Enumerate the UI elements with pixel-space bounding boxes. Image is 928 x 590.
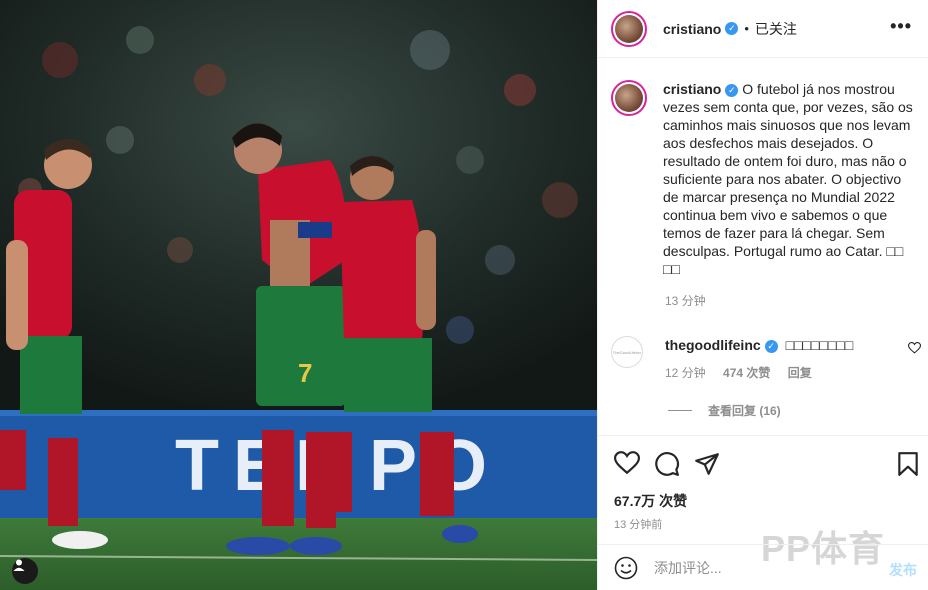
likes-count[interactable]: 67.7万 次赞 bbox=[614, 491, 687, 511]
post-timestamp: 13 分钟前 bbox=[614, 519, 663, 531]
verified-badge-icon: ✓ bbox=[764, 340, 778, 353]
verified-badge-icon: ✓ bbox=[725, 22, 739, 35]
post-side-panel: cristiano ✓ • 已关注 ••• cristiano ✓ O futeb… bbox=[597, 0, 928, 590]
like-heart-icon[interactable] bbox=[614, 451, 640, 475]
comment-text: thegoodlifeinc ✓ □□□□□□□□ bbox=[665, 336, 853, 354]
caption-text: cristiano ✓ O futebol já nos mostrou veze… bbox=[663, 80, 913, 278]
commenter-avatar[interactable]: TheGoodLifeInc bbox=[611, 336, 643, 368]
comment-like-heart-icon[interactable] bbox=[908, 342, 921, 354]
comment-time: 12 分钟 bbox=[665, 366, 706, 380]
add-comment-bar: 发布 bbox=[598, 544, 928, 590]
comment-likes[interactable]: 474 次赞 bbox=[723, 366, 770, 380]
share-send-icon[interactable] bbox=[694, 451, 720, 477]
emoji-smiley-icon[interactable] bbox=[614, 556, 638, 580]
player-number: 7 bbox=[298, 358, 312, 388]
author-username[interactable]: cristiano bbox=[663, 21, 721, 37]
view-replies-button[interactable]: 查看回复 (16) bbox=[668, 402, 781, 419]
caption-time: 13 分钟 bbox=[665, 294, 706, 308]
view-replies-label: 查看回复 (16) bbox=[708, 404, 781, 418]
comment-body: □□□□□□□□ bbox=[785, 337, 854, 353]
separator-dot: • bbox=[744, 21, 749, 36]
comment-item: TheGoodLifeInc thegoodlifeinc ✓ □□□□□□□□ … bbox=[611, 336, 921, 381]
caption-username[interactable]: cristiano bbox=[663, 81, 721, 97]
author-avatar[interactable] bbox=[611, 10, 647, 47]
post-comment-button[interactable]: 发布 bbox=[889, 560, 917, 580]
football-photo-illustration: TEMPO 7 bbox=[0, 0, 597, 590]
commenter-username[interactable]: thegoodlifeinc bbox=[665, 337, 761, 353]
post-header: cristiano ✓ • 已关注 ••• bbox=[598, 0, 928, 58]
following-button[interactable]: 已关注 bbox=[755, 19, 797, 39]
comment-bubble-icon[interactable] bbox=[654, 451, 680, 477]
post-actions: 67.7万 次赞 13 分钟前 PP体育 bbox=[598, 435, 928, 569]
post-photo[interactable]: TEMPO 7 bbox=[0, 0, 597, 590]
more-options-icon[interactable]: ••• bbox=[890, 16, 912, 37]
caption: cristiano ✓ O futebol já nos mostrou veze… bbox=[611, 80, 916, 309]
caption-body: O futebol já nos mostrou vezes sem conta… bbox=[663, 81, 913, 277]
reply-button[interactable]: 回复 bbox=[788, 366, 812, 380]
caption-author-avatar[interactable] bbox=[611, 80, 647, 116]
verified-badge-icon: ✓ bbox=[725, 84, 739, 97]
comment-input[interactable] bbox=[652, 558, 856, 577]
bookmark-save-icon[interactable] bbox=[897, 451, 919, 477]
user-tag-icon[interactable] bbox=[12, 558, 38, 584]
